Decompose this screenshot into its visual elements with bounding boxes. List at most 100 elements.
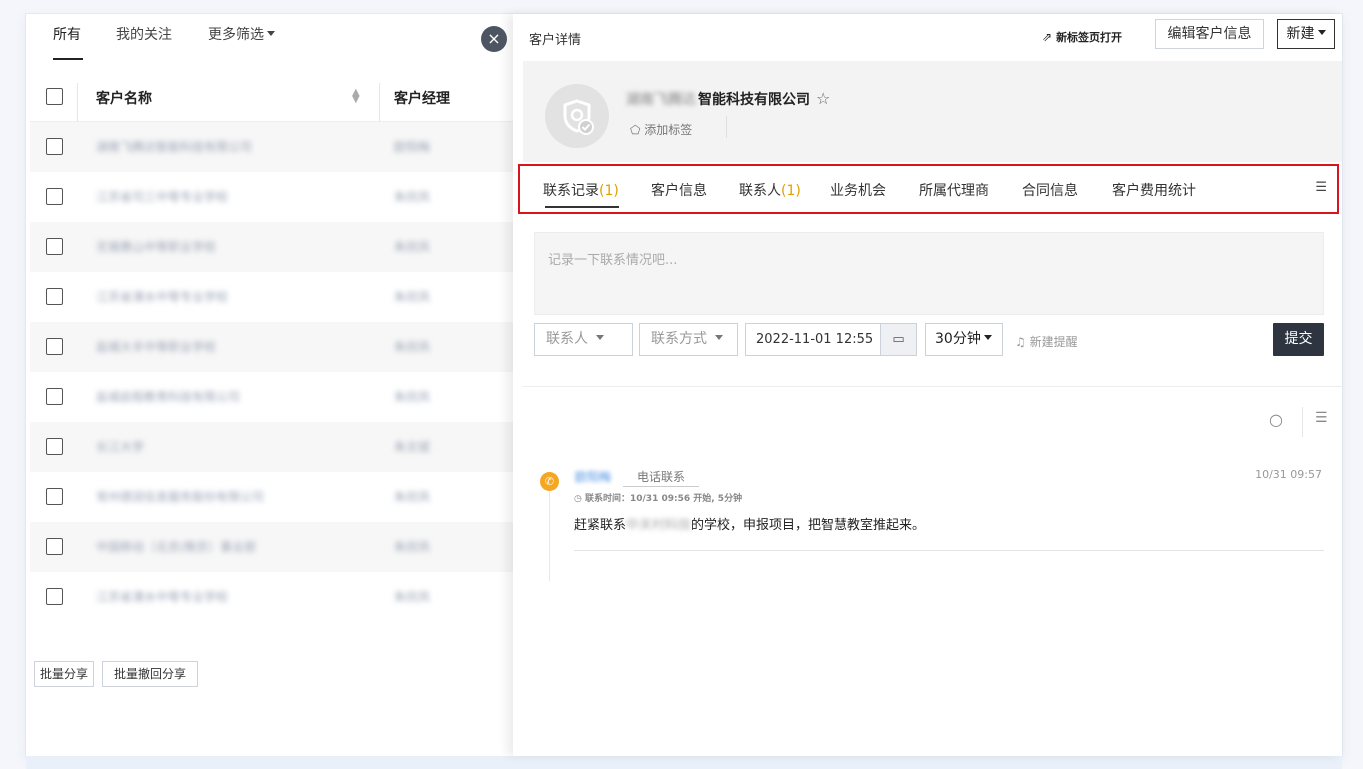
row-checkbox[interactable] — [46, 588, 63, 605]
contact-person-select[interactable]: 联系人 — [534, 323, 633, 356]
chevron-down-icon — [983, 335, 992, 340]
table-row[interactable]: 盐城启程教育科技有限公司 朱欣凤 — [30, 372, 513, 422]
manager-cell: 朱欣凤 — [394, 190, 431, 204]
record-type-badge: 电话联系 — [623, 468, 700, 487]
customer-table: 客户名称 ▲ ▼ 客户经理 湖南飞腾达智能科技有限公司 欧阳梅江苏省司三中等专业学校… — [30, 71, 513, 622]
column-header-manager[interactable]: 客户经理 — [394, 88, 450, 108]
shield-icon — [563, 99, 594, 135]
table-header: 客户名称 ▲ ▼ 客户经理 — [30, 71, 513, 124]
row-checkbox[interactable] — [46, 438, 63, 455]
customer-name-cell[interactable]: 长江大学 — [96, 438, 144, 455]
filter-all-tab[interactable]: 所有 — [53, 24, 81, 44]
record-user[interactable]: 欧阳梅 — [575, 468, 611, 485]
manager-cell: 朱欣凤 — [394, 240, 431, 254]
customer-name-cell[interactable]: 江苏省司三中等专业学校 — [96, 188, 228, 205]
row-checkbox[interactable] — [46, 238, 63, 255]
customer-list-panel: 所有 我的关注 更多筛选 客户名称 ▲ ▼ 客户经理 湖南飞腾达智能科技有限公司 欧… — [26, 14, 513, 756]
filter-following-tab[interactable]: 我的关注 — [116, 24, 172, 44]
filter-more-dropdown[interactable]: 更多筛选 — [208, 24, 275, 44]
table-row[interactable]: 江苏省司三中等专业学校 朱欣凤 — [30, 172, 513, 222]
manager-cell: 朱欣凤 — [394, 490, 431, 504]
tab-contracts[interactable]: 合同信息 — [1022, 180, 1078, 200]
tab-count: (1) — [599, 183, 619, 199]
detail-panel-title: 客户详情 — [529, 33, 582, 48]
table-body: 湖南飞腾达智能科技有限公司 欧阳梅 江苏省司三中等专业学校 朱欣凤 无锡惠山中等职业学校… — [30, 122, 513, 622]
contact-note-input[interactable]: 记录一下联系情况吧... — [534, 232, 1324, 315]
row-checkbox[interactable] — [46, 488, 63, 505]
table-row[interactable]: 无锡惠山中等职业学校 朱欣凤 — [30, 222, 513, 272]
select-all-checkbox[interactable] — [46, 88, 63, 105]
star-icon[interactable]: ☆ — [816, 89, 830, 108]
share-arrow-icon: ⇗ — [1042, 30, 1053, 44]
row-checkbox[interactable] — [46, 188, 63, 205]
table-row[interactable]: 长江大学 朱文斌 — [30, 422, 513, 472]
record-content-redacted: 中关村科技 — [626, 518, 692, 533]
customer-name-cell[interactable]: 盐城启程教育科技有限公司 — [96, 388, 240, 405]
edit-customer-button[interactable]: 编辑客户信息 — [1155, 19, 1264, 49]
tab-contacts[interactable]: 联系人(1) — [739, 180, 801, 200]
record-time-info: ◷ 联系时间：10/31 09:56 开始, 5分钟 — [574, 491, 742, 504]
tab-settings-icon[interactable]: ☰ — [1315, 180, 1327, 195]
tab-customer-info[interactable]: 客户信息 — [651, 180, 707, 200]
contact-person-select-label: 联系人 — [546, 331, 588, 347]
column-divider — [77, 83, 78, 124]
chevron-down-icon — [267, 31, 275, 36]
list-sort-icon[interactable]: ☰ — [1315, 410, 1328, 426]
manager-cell: 欧阳梅 — [394, 140, 431, 154]
chevron-down-icon — [715, 335, 723, 340]
open-in-new-tab-link[interactable]: ⇗ 新标签页打开 — [1042, 29, 1122, 45]
company-name-redacted: 湖南飞腾达 — [626, 92, 696, 108]
calendar-icon[interactable]: ▭ — [880, 324, 916, 355]
tab-business-opportunities[interactable]: 业务机会 — [830, 180, 886, 200]
customer-name-cell[interactable]: 江苏省溧水中等专业学校 — [96, 288, 228, 305]
column-divider — [379, 83, 380, 124]
row-checkbox[interactable] — [46, 288, 63, 305]
row-checkbox[interactable] — [46, 538, 63, 555]
company-name: 湖南飞腾达 智能科技有限公司 ☆ — [626, 89, 830, 109]
close-panel-button[interactable]: × — [481, 26, 507, 52]
table-row[interactable]: 中国移动（北京/南京）事业部 朱欣凤 — [30, 522, 513, 572]
contact-datetime-input[interactable]: 2022-11-01 12:55 ▭ — [745, 323, 917, 356]
duration-value: 30分钟 — [935, 331, 981, 347]
close-icon: × — [487, 29, 501, 48]
customer-name-cell[interactable]: 无锡惠山中等职业学校 — [96, 238, 216, 255]
add-tag-label: 添加标签 — [644, 123, 693, 137]
submit-button[interactable]: 提交 — [1273, 323, 1324, 356]
add-tag-button[interactable]: ⬠ 添加标签 — [630, 121, 692, 138]
contact-datetime-value: 2022-11-01 12:55 — [756, 332, 874, 347]
batch-revoke-share-button[interactable]: 批量撤回分享 — [102, 661, 198, 687]
search-icon[interactable]: ○ — [1269, 410, 1283, 429]
active-tab-underline — [545, 206, 619, 208]
customer-name-cell[interactable]: 盐城大丰中等职业学校 — [96, 338, 216, 355]
duration-select[interactable]: 30分钟 — [925, 323, 1003, 356]
table-row[interactable]: 湖南飞腾达智能科技有限公司 欧阳梅 — [30, 122, 513, 172]
toolbar-divider — [1302, 407, 1303, 437]
table-row[interactable]: 江苏省溧水中等专业学校 朱欣凤 — [30, 272, 513, 322]
column-header-name[interactable]: 客户名称 — [96, 88, 152, 108]
new-reminder-button[interactable]: ♫ 新建提醒 — [1015, 333, 1078, 350]
timeline-line — [549, 479, 550, 581]
customer-name-cell[interactable]: 江苏省溧水中等专业学校 — [96, 588, 228, 605]
row-checkbox[interactable] — [46, 138, 63, 155]
customer-name-cell[interactable]: 中国移动（北京/南京）事业部 — [96, 538, 256, 555]
sort-icon[interactable]: ▲ ▼ — [352, 88, 360, 105]
table-row[interactable]: 江苏省溧水中等专业学校 朱欣凤 — [30, 572, 513, 622]
filter-more-label: 更多筛选 — [208, 27, 264, 43]
manager-cell: 朱文斌 — [394, 440, 431, 454]
row-checkbox[interactable] — [46, 388, 63, 405]
table-row[interactable]: 常州德润信息服务股份有限公司 朱欣凤 — [30, 472, 513, 522]
contact-method-select[interactable]: 联系方式 — [639, 323, 738, 356]
customer-name-cell[interactable]: 湖南飞腾达智能科技有限公司 — [96, 138, 252, 155]
tab-fee-statistics[interactable]: 客户费用统计 — [1112, 180, 1196, 200]
tab-label: 业务机会 — [830, 183, 886, 199]
table-row[interactable]: 盐城大丰中等职业学校 朱欣凤 — [30, 322, 513, 372]
manager-cell: 朱欣凤 — [394, 340, 431, 354]
customer-name-cell[interactable]: 常州德润信息服务股份有限公司 — [96, 488, 264, 505]
new-dropdown-button[interactable]: 新建 — [1277, 19, 1335, 49]
tab-label: 合同信息 — [1022, 183, 1078, 199]
tab-contact-records[interactable]: 联系记录(1) — [543, 180, 619, 200]
tab-agents[interactable]: 所属代理商 — [919, 180, 989, 200]
row-checkbox[interactable] — [46, 338, 63, 355]
batch-share-button[interactable]: 批量分享 — [34, 661, 94, 687]
tab-count: (1) — [781, 183, 801, 199]
